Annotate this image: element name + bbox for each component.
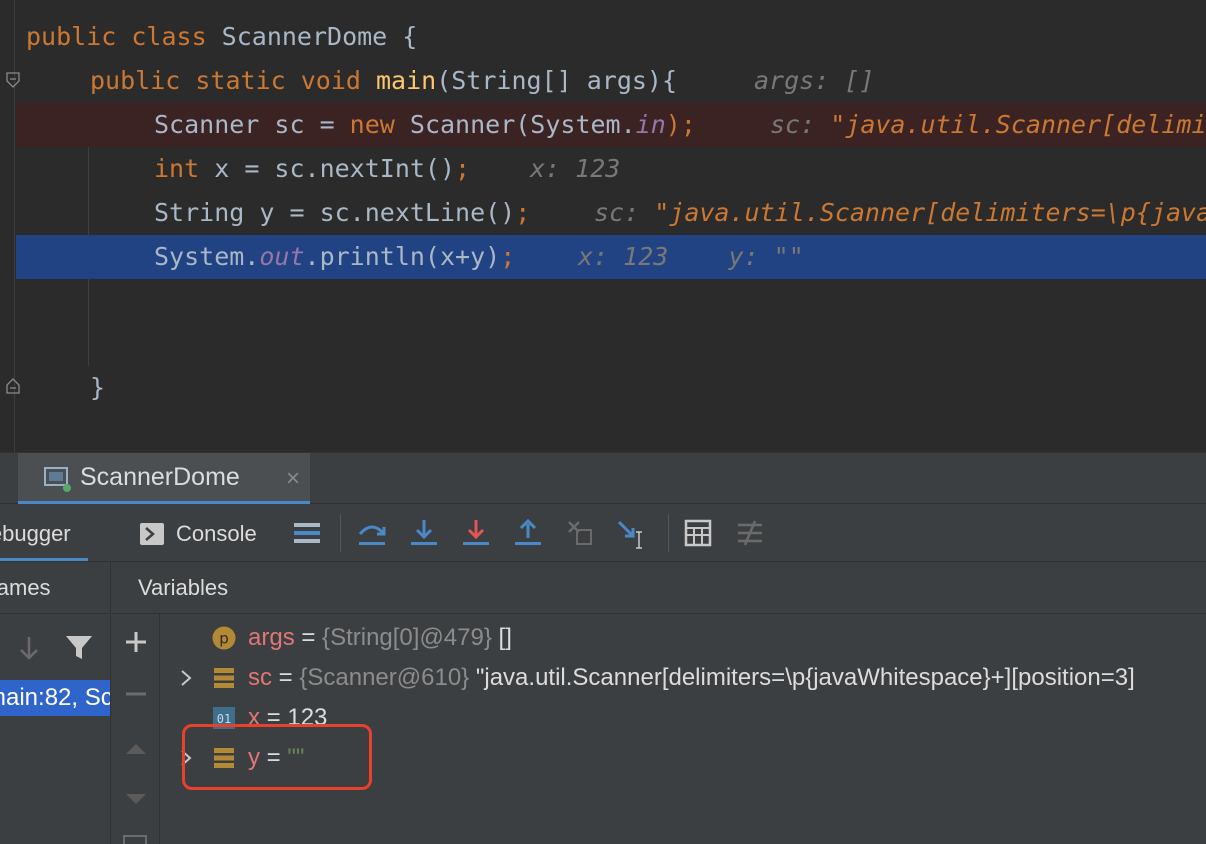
code-token: String y = sc.nextLine(): [154, 198, 516, 227]
code-token: Scanner(System.: [409, 110, 636, 139]
code-text: Scanner sc = new Scanner(System.in);: [154, 103, 696, 147]
inline-debug-value: x: 123 y: "": [578, 235, 804, 279]
field-icon: [214, 668, 234, 688]
code-token: "java.util.Scanner[delimiters=\p{javaWhi…: [654, 198, 1206, 227]
code-token: (String[] args){: [436, 66, 678, 95]
code-token: );: [665, 110, 696, 139]
highlight-annotation-box: [182, 724, 372, 790]
drop-frame-icon[interactable]: [563, 516, 597, 550]
arrow-down-icon[interactable]: [16, 634, 42, 662]
code-token: args: []: [754, 66, 875, 95]
variables-header: Variables: [112, 562, 1206, 614]
frame-item-selected[interactable]: main:82, ScannerDome: [0, 680, 110, 716]
code-editor[interactable]: public class ScannerDome { public static…: [0, 0, 1206, 452]
tab-label: ScannerDome: [80, 463, 240, 491]
code-line-3-breakpoint[interactable]: Scanner sc = new Scanner(System.in); sc:…: [16, 103, 1206, 147]
code-token: sc:: [594, 198, 655, 227]
inline-debug-value: sc: "java.util.Scanner[delimiters=\p{jav…: [770, 103, 1206, 147]
frame-label: main:82, ScannerDome: [0, 684, 110, 711]
trace-stream-icon[interactable]: [733, 516, 767, 550]
inline-debug-value: sc: "java.util.Scanner[delimiters=\p{jav…: [594, 191, 1206, 235]
variables-side-toolbar: [112, 614, 160, 844]
variables-header-label: Variables: [138, 575, 229, 600]
frames-header: Frames: [0, 562, 111, 614]
code-token: System.: [154, 242, 260, 271]
copy-icon[interactable]: [122, 832, 150, 844]
variable-text: args = {String[0]@479} []: [248, 624, 512, 651]
toolbar-separator: [668, 514, 669, 552]
toolbar-separator: [340, 514, 341, 552]
code-token: in: [635, 110, 666, 139]
code-token: public static void: [90, 66, 376, 95]
layout-icon[interactable]: [290, 516, 324, 550]
code-text: public class ScannerDome {: [26, 15, 417, 59]
code-token: new: [349, 110, 410, 139]
code-text: }: [90, 366, 105, 410]
remove-icon[interactable]: [124, 682, 148, 706]
force-step-into-icon[interactable]: [459, 516, 493, 550]
console-icon: [140, 523, 164, 545]
code-line-6-current[interactable]: System.out.println(x+y); x: 123 y: "": [16, 235, 1206, 279]
debug-tool-window: ScannerDome × Debugger Console: [0, 452, 1206, 844]
tab-scannerdome[interactable]: ScannerDome ×: [18, 453, 310, 505]
add-icon[interactable]: [124, 630, 148, 654]
code-line-1[interactable]: public class ScannerDome {: [0, 15, 1206, 59]
code-line-4[interactable]: int x = sc.nextInt(); x: 123: [0, 147, 1206, 191]
code-token: x = sc.nextInt(): [214, 154, 456, 183]
run-tab-bar: ScannerDome ×: [0, 452, 1206, 505]
code-token: main: [375, 66, 437, 95]
code-token: }: [90, 373, 106, 402]
code-token: x: 123: [530, 154, 621, 183]
active-tab-indicator: [0, 558, 88, 561]
code-line-closing-brace[interactable]: }: [0, 366, 1206, 410]
code-token: int: [154, 154, 215, 183]
variable-row-sc[interactable]: sc = {Scanner@610} "java.util.Scanner[de…: [160, 658, 1206, 698]
code-token: public class: [26, 22, 222, 51]
tab-debugger-label: Debugger: [0, 521, 71, 546]
run-to-cursor-icon[interactable]: [615, 516, 649, 550]
move-down-icon[interactable]: [124, 786, 148, 810]
inline-debug-value: x: 123: [530, 147, 620, 191]
code-token: ;: [500, 242, 516, 271]
code-text: String y = sc.nextLine();: [154, 191, 530, 235]
close-icon[interactable]: ×: [286, 465, 300, 493]
code-token: ;: [455, 154, 471, 183]
code-token: Scanner sc =: [154, 110, 350, 139]
param-icon: p: [212, 626, 236, 650]
tab-console[interactable]: Console: [176, 504, 257, 561]
debug-toolbar: Debugger Console: [0, 504, 1206, 562]
chevron-right-icon[interactable]: [178, 668, 194, 688]
code-token: x: 123 y: "": [578, 242, 804, 271]
svg-text:p: p: [219, 630, 229, 648]
code-token: out: [259, 242, 305, 271]
code-token: sc:: [770, 110, 831, 139]
variable-text: sc = {Scanner@610} "java.util.Scanner[de…: [248, 664, 1135, 691]
evaluate-expression-icon[interactable]: [681, 516, 715, 550]
filter-icon[interactable]: [64, 632, 94, 662]
inline-debug-value: args: []: [754, 59, 874, 103]
code-token: ;: [515, 198, 531, 227]
code-token: .println(x+y): [304, 242, 501, 271]
frames-panel: main:82, ScannerDome: [0, 614, 111, 844]
code-text: public static void main(String[] args){: [90, 59, 677, 103]
code-token: ScannerDome {: [221, 22, 418, 51]
code-token: "java.util.Scanner[delimiters=\p{javaWhi…: [830, 110, 1206, 139]
debug-config-icon: [44, 467, 71, 492]
code-text: System.out.println(x+y);: [154, 235, 515, 279]
move-up-icon[interactable]: [124, 736, 148, 760]
step-over-icon[interactable]: [355, 516, 389, 550]
step-out-icon[interactable]: [511, 516, 545, 550]
code-line-2[interactable]: public static void main(String[] args){ …: [0, 59, 1206, 103]
tab-debugger[interactable]: Debugger: [0, 504, 114, 561]
code-line-5[interactable]: String y = sc.nextLine(); sc: "java.util…: [0, 191, 1206, 235]
step-into-icon[interactable]: [407, 516, 441, 550]
code-text: int x = sc.nextInt();: [154, 147, 470, 191]
tab-console-label: Console: [176, 521, 257, 546]
frames-header-label: Frames: [0, 575, 51, 600]
